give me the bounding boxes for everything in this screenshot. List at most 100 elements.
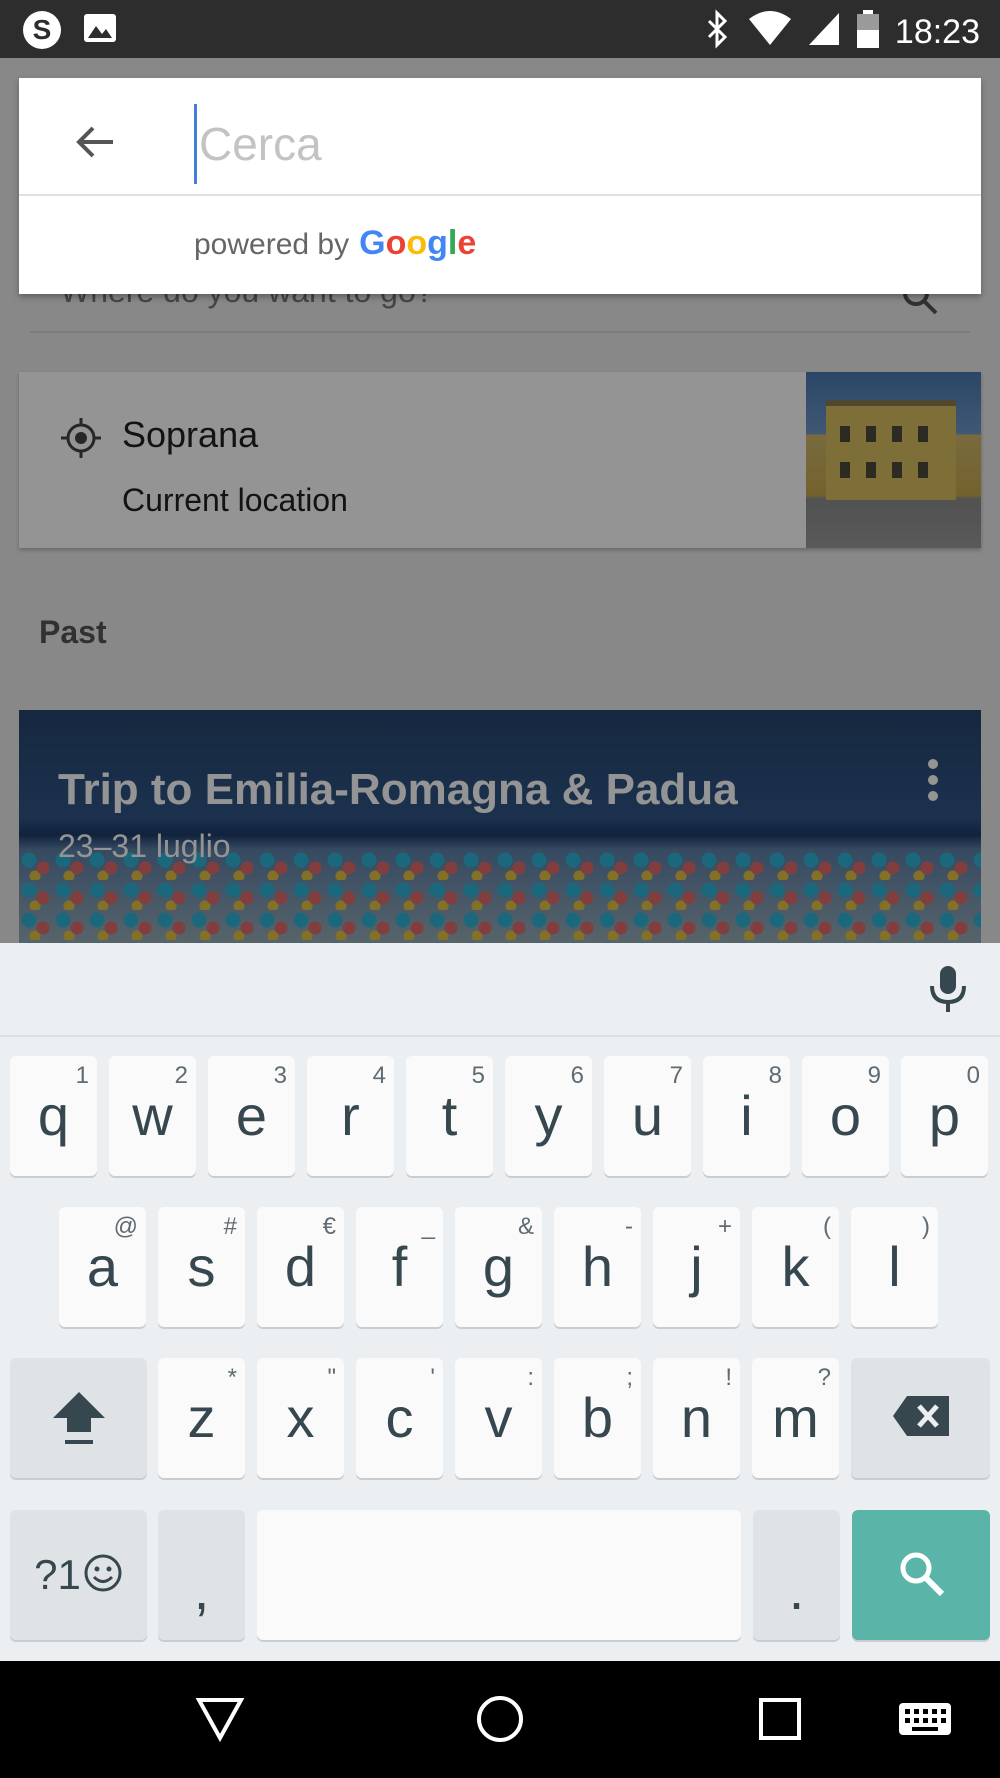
- key-label: j: [690, 1235, 703, 1298]
- key-label: b: [581, 1386, 614, 1449]
- key-hint: +: [717, 1213, 732, 1240]
- key-hint: _: [421, 1213, 435, 1240]
- search-key[interactable]: [852, 1510, 990, 1640]
- key-hint: :: [527, 1364, 534, 1391]
- symbols-key[interactable]: ?1: [10, 1510, 147, 1640]
- key-h[interactable]: h-: [554, 1207, 641, 1327]
- key-m[interactable]: m?: [752, 1358, 839, 1478]
- svg-text:S: S: [33, 14, 52, 45]
- key-hint: (: [823, 1213, 831, 1240]
- key-f[interactable]: f _: [356, 1207, 443, 1327]
- key-label: w: [132, 1084, 173, 1147]
- battery-icon: [855, 8, 881, 55]
- comma-label: ,: [193, 1558, 210, 1621]
- nav-home-button[interactable]: [460, 1681, 540, 1761]
- key-hint: 2: [174, 1062, 188, 1089]
- key-p[interactable]: p0: [901, 1056, 988, 1176]
- keyboard-icon: [897, 1699, 953, 1744]
- signal-icon: [807, 9, 841, 54]
- shift-key[interactable]: [10, 1358, 147, 1478]
- key-hint: !: [725, 1364, 732, 1391]
- keyboard-switch-button[interactable]: [885, 1681, 965, 1761]
- home-circle-icon: [475, 1694, 525, 1749]
- shift-arrow-icon: [49, 1386, 109, 1451]
- key-c[interactable]: c ': [356, 1358, 443, 1478]
- status-bar: S 18:23: [0, 0, 1000, 58]
- key-hint: &: [517, 1213, 534, 1240]
- back-button[interactable]: [57, 106, 133, 182]
- key-q[interactable]: q1: [10, 1056, 97, 1176]
- key-hint: ): [922, 1213, 930, 1240]
- image-icon: [80, 8, 120, 57]
- backspace-icon: [891, 1394, 951, 1443]
- status-time: 18:23: [894, 12, 980, 51]
- powered-by-google: powered by Google: [194, 224, 476, 263]
- key-y[interactable]: y6: [505, 1056, 592, 1176]
- space-key[interactable]: [257, 1510, 741, 1640]
- key-i[interactable]: i8: [703, 1056, 790, 1176]
- symbols-label: ?1: [34, 1551, 81, 1598]
- nav-back-button[interactable]: [180, 1681, 260, 1761]
- key-e[interactable]: e3: [208, 1056, 295, 1176]
- nav-recents-button[interactable]: [740, 1681, 820, 1761]
- key-k[interactable]: k(: [752, 1207, 839, 1327]
- key-hint: 5: [471, 1062, 485, 1089]
- key-o[interactable]: o9: [802, 1056, 889, 1176]
- navigation-bar: [0, 1661, 1000, 1778]
- skype-icon: S: [20, 8, 64, 57]
- key-hint: €: [322, 1213, 336, 1240]
- key-s[interactable]: s #: [158, 1207, 245, 1327]
- key-hint: 7: [669, 1062, 683, 1089]
- key-label: x: [286, 1386, 315, 1449]
- key-hint: ?: [817, 1364, 831, 1391]
- microphone-icon: [928, 964, 968, 1019]
- backspace-key[interactable]: [851, 1358, 990, 1478]
- key-label: d: [284, 1235, 317, 1298]
- key-b[interactable]: b;: [554, 1358, 641, 1478]
- key-label: v: [484, 1386, 513, 1449]
- key-hint: 9: [867, 1062, 881, 1089]
- key-label: n: [680, 1386, 713, 1449]
- key-label: i: [740, 1084, 753, 1147]
- key-label: q: [37, 1084, 70, 1147]
- key-label: m: [772, 1386, 819, 1449]
- key-z[interactable]: z *: [158, 1358, 245, 1478]
- key-label: f: [391, 1235, 408, 1298]
- key-label: r: [341, 1084, 360, 1147]
- key-label: o: [829, 1084, 862, 1147]
- key-hint: 8: [768, 1062, 782, 1089]
- recents-square-icon: [757, 1696, 803, 1747]
- key-label: s: [187, 1235, 216, 1298]
- search-panel: powered by Google: [19, 78, 981, 294]
- key-u[interactable]: u7: [604, 1056, 691, 1176]
- arrow-back-icon: [73, 120, 117, 169]
- voice-input-button[interactable]: [920, 963, 976, 1019]
- key-v[interactable]: v:: [455, 1358, 542, 1478]
- key-hint: 6: [570, 1062, 584, 1089]
- bluetooth-icon: [703, 9, 733, 54]
- key-label: g: [482, 1235, 515, 1298]
- key-n[interactable]: n!: [653, 1358, 740, 1478]
- key-hint: -: [625, 1213, 633, 1240]
- key-j[interactable]: j +: [653, 1207, 740, 1327]
- key-label: k: [781, 1235, 810, 1298]
- key-label: z: [187, 1386, 216, 1449]
- back-triangle-icon: [195, 1696, 245, 1747]
- key-x[interactable]: x ": [257, 1358, 344, 1478]
- key-hint: @: [113, 1213, 138, 1240]
- key-hint: 3: [273, 1062, 287, 1089]
- key-g[interactable]: g &: [455, 1207, 542, 1327]
- suggestion-strip: [0, 943, 1000, 1037]
- key-a[interactable]: a @: [59, 1207, 146, 1327]
- key-l[interactable]: l): [851, 1207, 938, 1327]
- key-label: y: [534, 1084, 563, 1147]
- wifi-icon: [747, 9, 793, 54]
- comma-key[interactable]: ,: [158, 1510, 245, 1640]
- key-w[interactable]: w2: [109, 1056, 196, 1176]
- key-d[interactable]: d €: [257, 1207, 344, 1327]
- search-input[interactable]: [194, 104, 934, 184]
- key-r[interactable]: r4: [307, 1056, 394, 1176]
- key-hint: 1: [75, 1062, 89, 1089]
- key-t[interactable]: t5: [406, 1056, 493, 1176]
- period-key[interactable]: .: [753, 1510, 840, 1640]
